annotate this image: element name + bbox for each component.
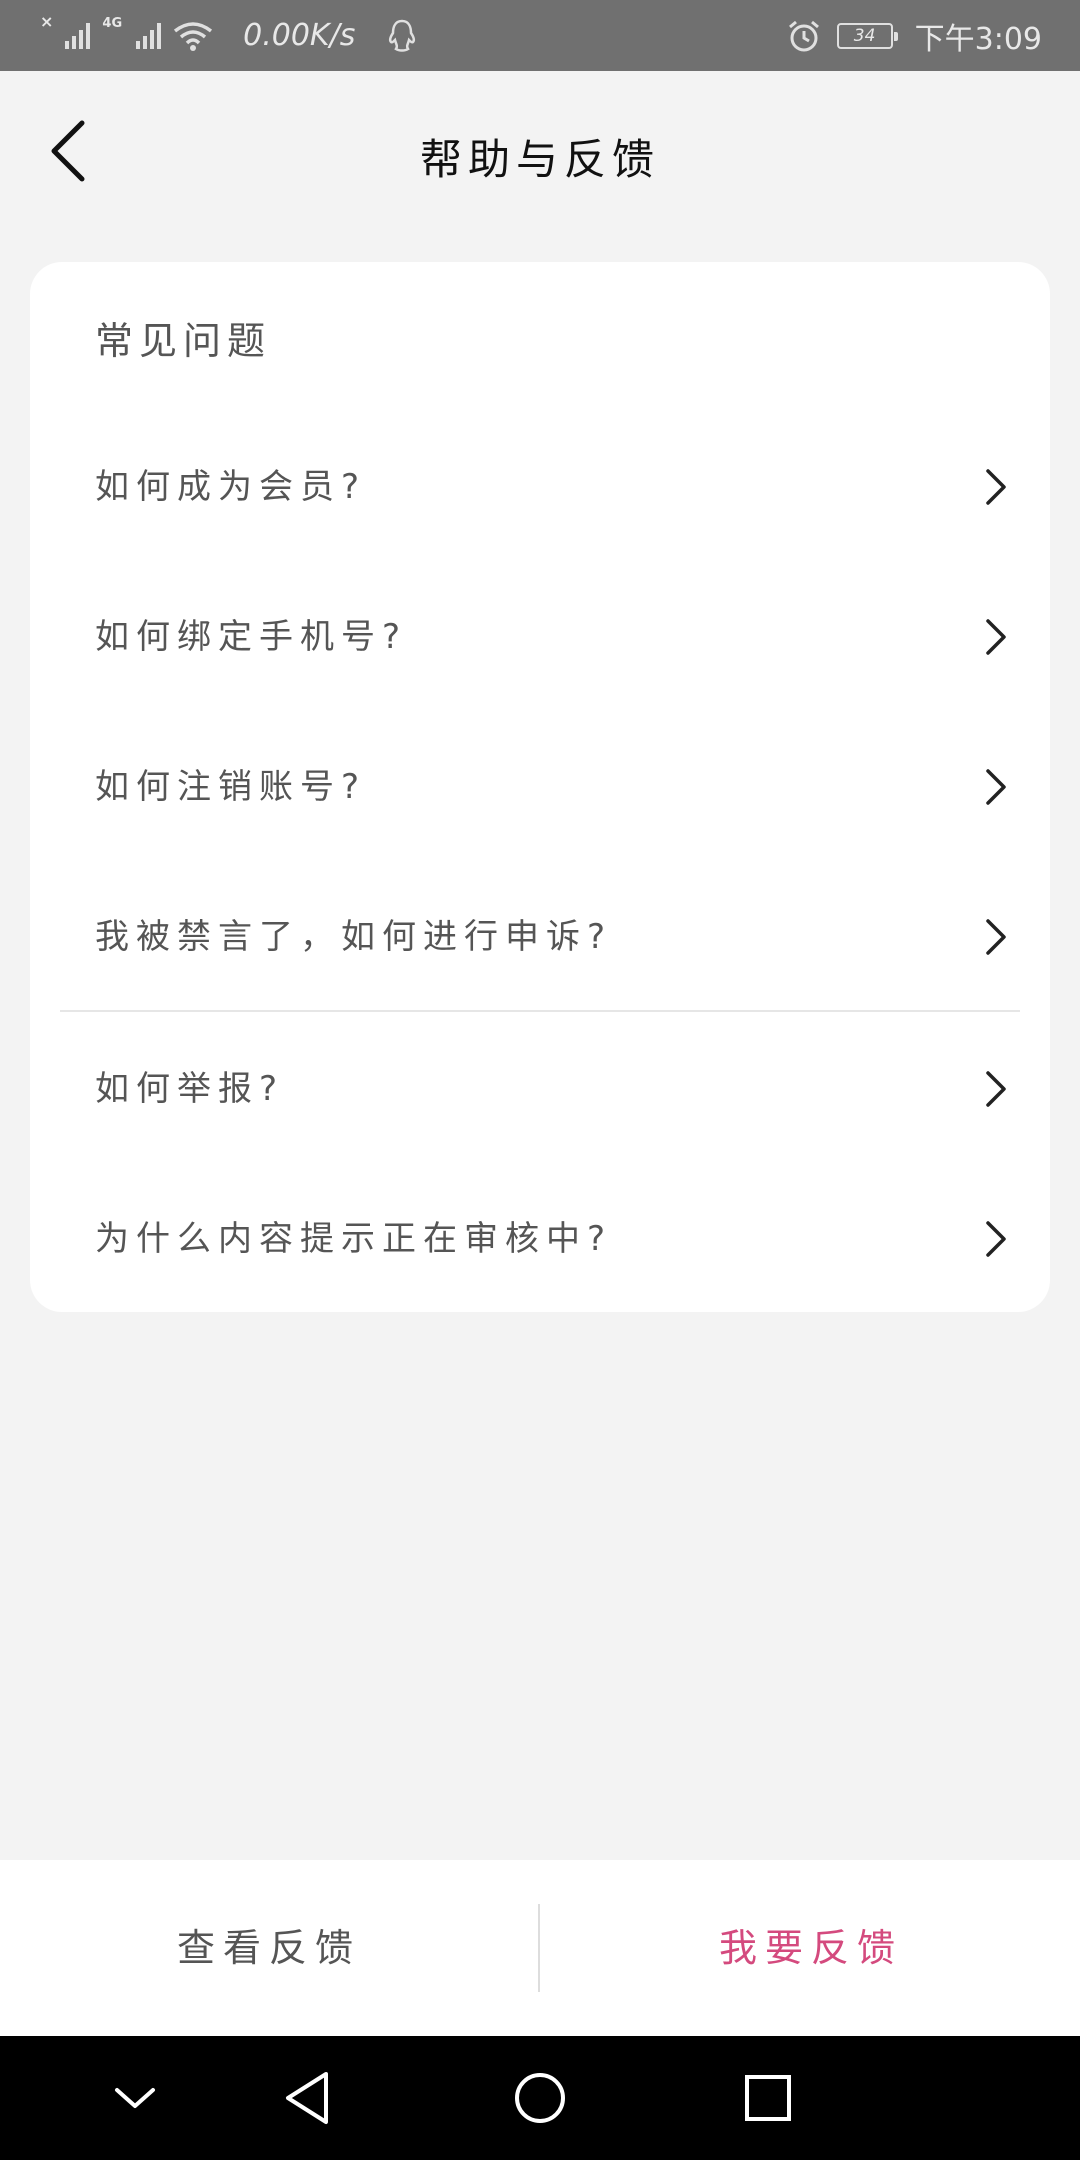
faq-item-report[interactable]: 如何举报?: [30, 1034, 1050, 1144]
faq-item-bind-phone[interactable]: 如何绑定手机号?: [30, 582, 1050, 692]
network-speed: 0.00K/s: [243, 18, 356, 53]
faq-item-label: 如何举报?: [95, 1069, 285, 1109]
faq-heading: 常见问题: [95, 319, 272, 363]
nav-hide-button[interactable]: [95, 2058, 175, 2138]
faq-item-appeal-ban[interactable]: 我被禁言了，如何进行申诉?: [30, 882, 1050, 992]
faq-item-label: 如何成为会员?: [95, 467, 367, 507]
chevron-right-icon: [986, 619, 1006, 655]
faq-item-label: 我被禁言了，如何进行申诉?: [95, 917, 613, 957]
signal-icon-sim1: [65, 22, 91, 49]
bottom-action-bar: 查看反馈 我要反馈: [0, 1860, 1080, 2036]
chevron-right-icon: [986, 469, 1006, 505]
triangle-back-icon: [286, 2072, 328, 2124]
chevron-right-icon: [986, 769, 1006, 805]
battery-level: 34: [853, 25, 876, 46]
faq-item-under-review[interactable]: 为什么内容提示正在审核中?: [30, 1184, 1050, 1294]
no-sim-icon: ×: [40, 12, 54, 31]
nav-home-button[interactable]: [500, 2058, 580, 2138]
status-right: 34 下午3:09: [787, 0, 1042, 71]
header: 帮助与反馈: [0, 71, 1080, 231]
qq-notification-icon: [389, 19, 416, 52]
battery-icon: 34: [836, 22, 898, 49]
view-feedback-button[interactable]: 查看反馈: [0, 1860, 538, 2036]
wifi-icon: [174, 21, 213, 51]
faq-card: 常见问题 如何成为会员? 如何绑定手机号? 如何注销账号? 我被禁言了，如何进行…: [30, 262, 1050, 1312]
circle-home-icon: [515, 2073, 565, 2123]
square-recents-icon: [745, 2075, 791, 2121]
faq-item-membership[interactable]: 如何成为会员?: [30, 432, 1050, 542]
submit-feedback-button[interactable]: 我要反馈: [542, 1860, 1080, 2036]
faq-item-label: 为什么内容提示正在审核中?: [95, 1219, 613, 1259]
chevron-right-icon: [986, 1071, 1006, 1107]
chevron-down-icon: [115, 2088, 155, 2108]
status-left: × 4G 0.00K/s: [40, 0, 419, 71]
signal-icon-sim2: [136, 22, 162, 49]
nav-recents-button[interactable]: [728, 2058, 808, 2138]
network-type: 4G: [102, 16, 123, 31]
faq-item-label: 如何注销账号?: [95, 767, 367, 807]
faq-item-delete-account[interactable]: 如何注销账号?: [30, 732, 1050, 842]
chevron-right-icon: [986, 1221, 1006, 1257]
system-nav-bar: [0, 2036, 1080, 2160]
nav-back-button[interactable]: [270, 2058, 350, 2138]
status-bar: × 4G 0.00K/s 34 下午3:09: [0, 0, 1080, 71]
action-divider: [538, 1904, 540, 1992]
page-title: 帮助与反馈: [419, 135, 660, 184]
alarm-icon: [788, 20, 819, 51]
clock: 下午3:09: [914, 21, 1042, 57]
faq-divider: [60, 1010, 1020, 1012]
chevron-right-icon: [986, 919, 1006, 955]
faq-item-label: 如何绑定手机号?: [95, 617, 408, 657]
